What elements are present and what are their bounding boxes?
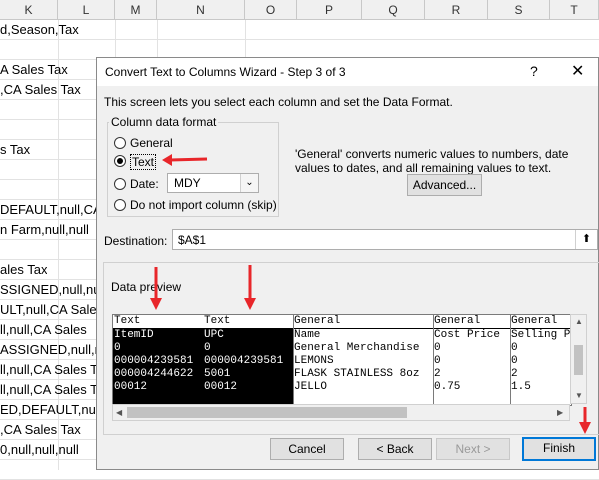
arrow-to-second-column xyxy=(244,265,256,310)
arrow-to-first-column xyxy=(150,267,162,310)
arrow-to-finish-button xyxy=(579,407,591,434)
arrow-to-text-option xyxy=(162,154,208,166)
annotation-arrows xyxy=(150,154,591,434)
